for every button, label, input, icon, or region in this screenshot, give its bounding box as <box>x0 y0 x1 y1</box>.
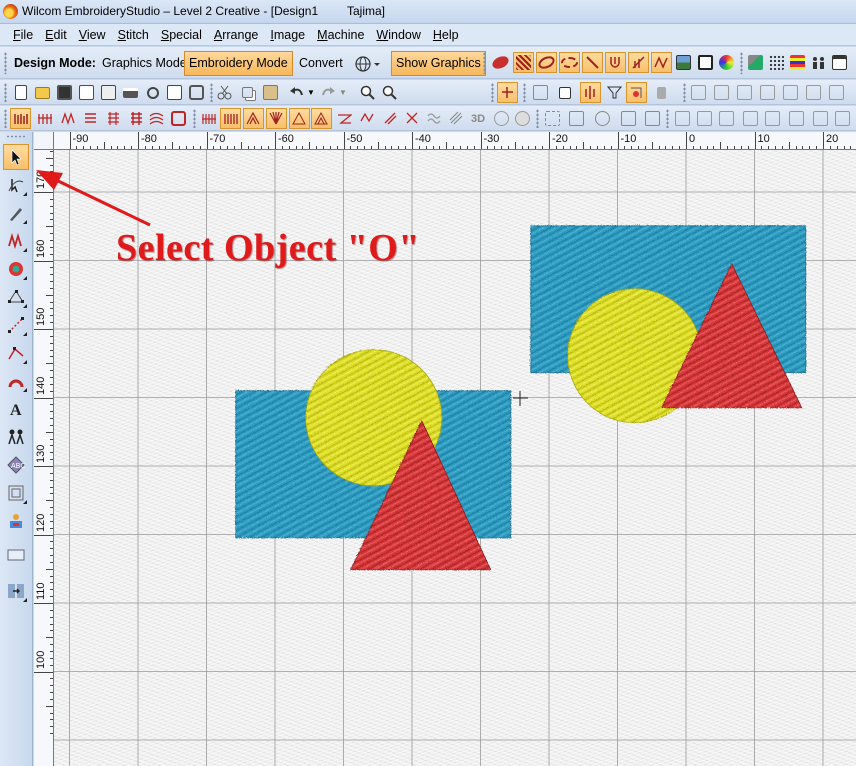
embroiderystudio-window: Wilcom EmbroideryStudio – Level 2 Creati… <box>0 0 856 766</box>
annotation-arrow <box>36 170 151 227</box>
tutorial-annotation: Select Object "O" <box>116 227 420 269</box>
